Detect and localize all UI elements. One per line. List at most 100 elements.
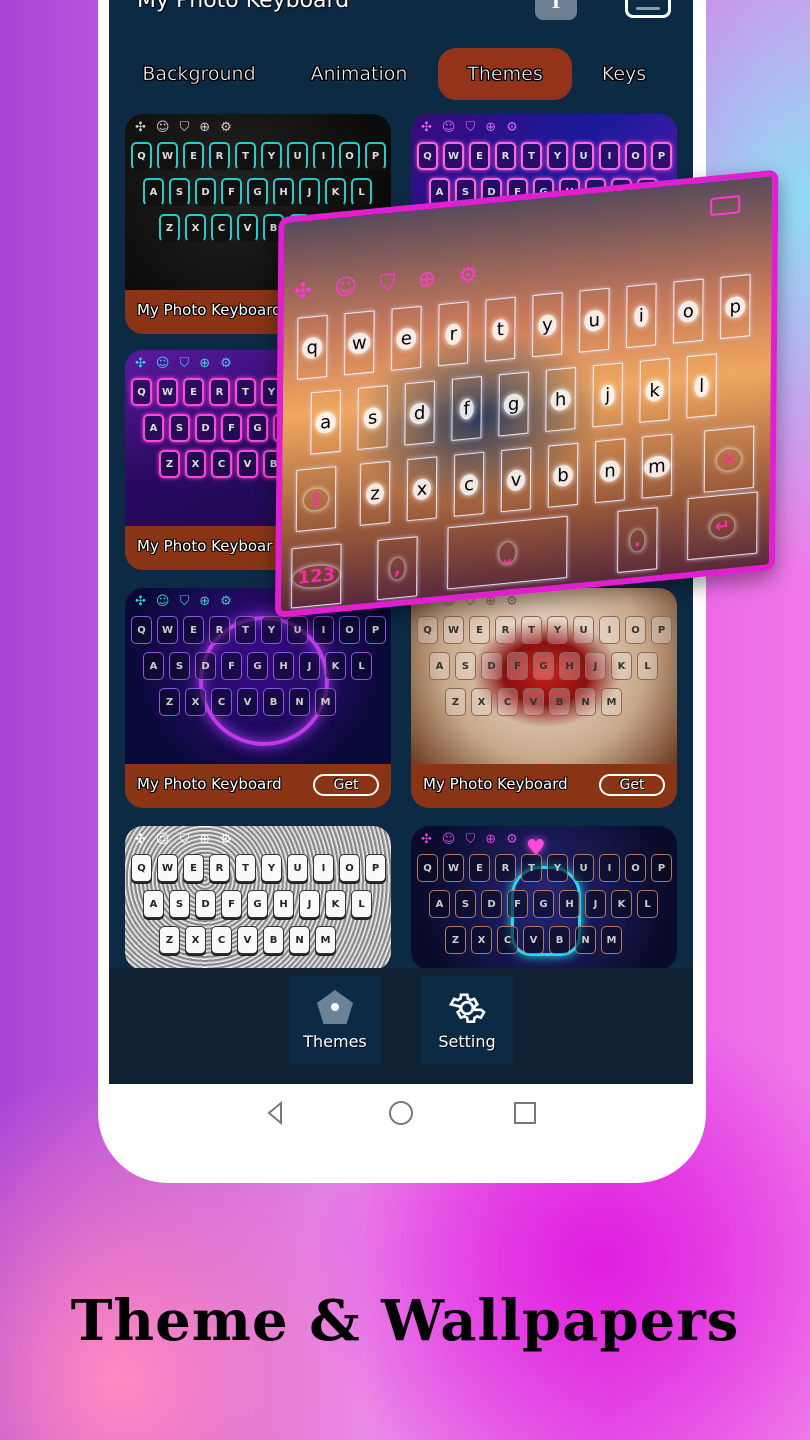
gear-icon: ⚙: [506, 594, 518, 609]
home-icon[interactable]: [386, 1098, 416, 1128]
key: H: [559, 890, 580, 918]
keyboard-icon: [710, 195, 741, 217]
font-icon[interactable]: T: [535, 0, 577, 20]
key: R: [495, 854, 516, 882]
key: W: [157, 616, 178, 644]
keyboard-icon[interactable]: [625, 0, 671, 18]
nav-setting[interactable]: Setting: [421, 976, 513, 1064]
gear-icon: ⚙: [220, 594, 232, 609]
gear-icon: ⚙: [506, 832, 518, 847]
key: Y: [547, 616, 568, 644]
keyboard-toolbar: ✣ ☺ ⛉ ⊕ ⚙: [135, 594, 232, 609]
key: H: [273, 652, 294, 680]
key: O: [625, 854, 646, 882]
key: J: [299, 890, 320, 918]
keyboard-preview: ✣☺⛉⊕⚙ QWERTYUIOP ASDFGHJKL ZXCVBNM: [411, 588, 677, 764]
key: L: [351, 652, 372, 680]
key: S: [169, 890, 190, 918]
keyboard-preview: ✣☺⛉⊕⚙ QWERTYUIOP ASDFGHJKL ZXCVBNM: [125, 588, 391, 764]
key: S: [455, 652, 476, 680]
key: C: [211, 450, 232, 478]
key: K: [325, 652, 346, 680]
key: R: [209, 142, 230, 170]
key: G: [247, 652, 268, 680]
card-footer: My Photo Keyboard Get: [411, 764, 677, 808]
nav-themes[interactable]: Themes: [289, 976, 381, 1064]
key: M: [315, 688, 336, 716]
key: P: [365, 854, 386, 882]
tab-themes[interactable]: Themes: [438, 48, 572, 100]
key: E: [469, 616, 490, 644]
key: Q: [131, 142, 152, 170]
theme-card[interactable]: ✣☺⛉⊕⚙ QWERTYUIOP ASDFGHJKL ZXCVBNM My Ph…: [125, 588, 391, 808]
key: D: [195, 414, 216, 442]
key: M: [315, 926, 336, 954]
key: Z: [445, 926, 466, 954]
key: D: [195, 890, 216, 918]
key: V: [523, 688, 544, 716]
key: U: [287, 854, 308, 882]
tab-background[interactable]: Background: [129, 48, 269, 100]
key: F: [221, 178, 242, 206]
key: B: [263, 688, 284, 716]
featured-key: u: [579, 287, 610, 353]
key: N: [289, 688, 310, 716]
featured-key: z: [359, 460, 391, 526]
key: D: [195, 652, 216, 680]
globe-icon: ⊕: [199, 832, 211, 847]
keyboard-preview: ♥ ✣ ☺ ⛉ ⊕ ⚙ QWERTYUIOP ASDFGHJKL ZXCVBNM: [411, 826, 677, 970]
theme-card[interactable]: ♥ ✣ ☺ ⛉ ⊕ ⚙ QWERTYUIOP ASDFGHJKL ZXCVBNM: [411, 826, 677, 970]
key: R: [209, 854, 230, 882]
tab-keys[interactable]: Keys: [589, 48, 659, 100]
key: V: [237, 214, 258, 242]
key: K: [325, 178, 346, 206]
key: I: [599, 854, 620, 882]
theme-card[interactable]: ✣ ☺ ⛉ ⊕ ⚙ QWERTYUIOP ASDFGHJKL ZXCVBNM: [125, 826, 391, 970]
gear-icon: ⚙: [220, 832, 232, 847]
key: B: [549, 926, 570, 954]
shirt-icon: ⛉: [179, 120, 190, 135]
featured-keyboard-preview[interactable]: ✣ ☺ ⛉ ⊕ ⚙ q w e r t y u i o p a s d f g h j k l z x c v b n m ⇧ ✕ 12…: [275, 169, 779, 619]
key: Q: [131, 378, 152, 406]
key: S: [455, 890, 476, 918]
keyboard-toolbar: ✣ ☺ ⛉ ⊕ ⚙: [421, 120, 518, 135]
key: F: [221, 652, 242, 680]
tab-animation[interactable]: Animation: [299, 48, 419, 100]
key-rows: QWERTYUIOP ASDFGHJKL ZXCVBNM: [417, 854, 677, 962]
globe-icon: ⊕: [199, 120, 211, 135]
apps-icon: ✣: [135, 832, 146, 847]
key: Z: [159, 926, 180, 954]
key: X: [185, 214, 206, 242]
card-title: My Photo Keyboard: [423, 775, 568, 793]
key: I: [599, 616, 620, 644]
featured-key: ↵: [687, 491, 758, 561]
get-button[interactable]: Get: [313, 774, 379, 796]
gear-icon: [448, 993, 486, 1023]
back-icon[interactable]: [261, 1098, 291, 1128]
get-button[interactable]: Get: [599, 774, 665, 796]
key: N: [575, 926, 596, 954]
globe-icon: ⊕: [199, 594, 211, 609]
shirt-icon: ⛉: [179, 594, 190, 609]
key: L: [637, 652, 658, 680]
tab-bar: Background Animation Themes Keys: [109, 48, 693, 100]
featured-key: s: [357, 385, 388, 451]
key: P: [651, 616, 672, 644]
key: O: [339, 616, 360, 644]
key: I: [599, 142, 620, 170]
key: C: [211, 688, 232, 716]
recents-icon[interactable]: [510, 1098, 540, 1128]
key: L: [351, 890, 372, 918]
key: T: [235, 854, 256, 882]
key: W: [157, 142, 178, 170]
key: U: [287, 616, 308, 644]
key: P: [365, 142, 386, 170]
shirt-icon: ⛉: [465, 832, 476, 847]
key: D: [481, 652, 502, 680]
key: P: [651, 854, 672, 882]
key: Z: [159, 450, 180, 478]
featured-key: q: [297, 314, 328, 380]
key: H: [273, 890, 294, 918]
featured-key: t: [485, 296, 516, 362]
theme-card[interactable]: ✣☺⛉⊕⚙ QWERTYUIOP ASDFGHJKL ZXCVBNM My Ph…: [411, 588, 677, 808]
